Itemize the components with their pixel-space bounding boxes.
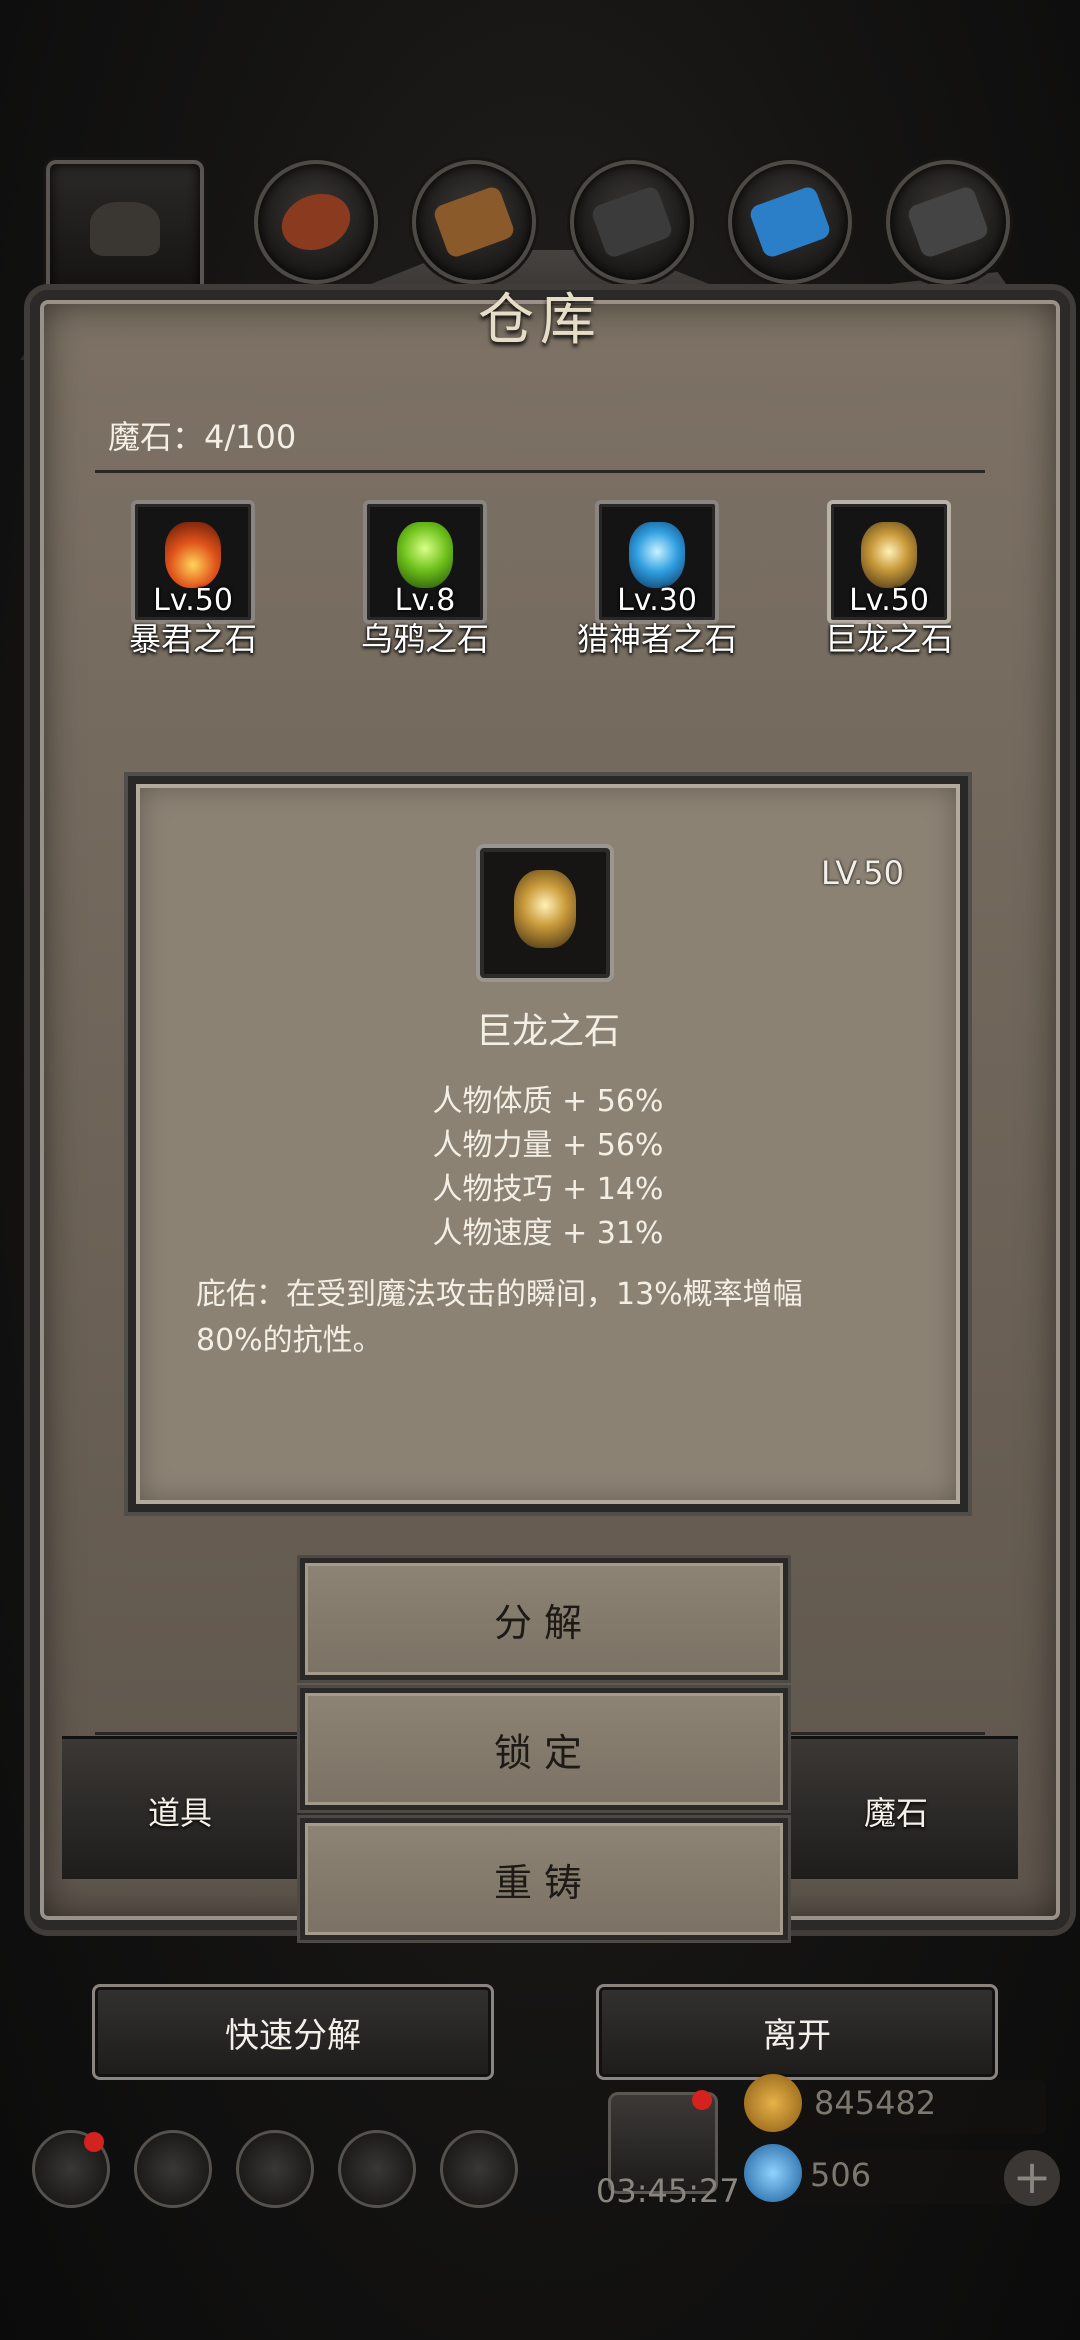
blessing-description: 庇佑：在受到魔法攻击的瞬间，13%概率增幅80%的抗性。: [196, 1277, 803, 1358]
event-timer: 03:45:27: [596, 2172, 740, 2210]
tab-items[interactable]: 道具: [148, 1788, 212, 1834]
stone-level: Lv.50: [153, 583, 233, 618]
stone-slot-crow[interactable]: Lv.8 乌鸦之石: [360, 500, 490, 658]
leather-icon: [273, 184, 359, 260]
category-tab-crystal[interactable]: [728, 160, 852, 284]
blue-gem-currency-icon: [744, 2144, 802, 2202]
stone-name: 乌鸦之石: [360, 620, 489, 658]
green-gem-icon: [397, 522, 453, 588]
stone-level: Lv.30: [617, 583, 697, 618]
category-tab-stone[interactable]: [886, 160, 1010, 284]
iron-icon: [589, 184, 675, 260]
dragon-orb-icon: [476, 844, 614, 982]
stat-speed: 人物速度 + 31%: [432, 1216, 664, 1251]
lock-button[interactable]: 锁定: [300, 1688, 788, 1810]
stone-name: 巨龙之石: [824, 620, 953, 658]
stone-slot-frame: Lv.8: [363, 500, 487, 624]
add-currency-icon[interactable]: +: [1004, 2150, 1060, 2206]
stone-name: 猎神者之石: [576, 620, 737, 658]
gate-icon[interactable]: [236, 2130, 314, 2208]
stone-detail-card: LV.50 巨龙之石 人物体质 + 56% 人物力量 + 56% 人物技巧 + …: [128, 776, 968, 1512]
stone-slot-frame: Lv.50: [827, 500, 951, 624]
detail-level: LV.50: [821, 854, 904, 892]
reforge-button[interactable]: 重铸: [300, 1818, 788, 1940]
mail-icon[interactable]: [338, 2130, 416, 2208]
gold-coin-icon: [744, 2074, 802, 2132]
gem-amount: 506: [810, 2156, 872, 2194]
cube-icon[interactable]: [440, 2130, 518, 2208]
category-tab-leather[interactable]: [254, 160, 378, 284]
decompose-button[interactable]: 分解: [300, 1558, 788, 1680]
stone-level: Lv.50: [849, 583, 929, 618]
fire-gem-icon: [165, 522, 221, 588]
stone-slot-frame: Lv.50: [131, 500, 255, 624]
helmet-icon: [90, 202, 160, 256]
leave-button[interactable]: 离开: [596, 1984, 998, 2080]
stone-slot-dragon[interactable]: Lv.50 巨龙之石: [824, 500, 954, 658]
stat-skill: 人物技巧 + 14%: [432, 1172, 664, 1207]
stone-slot-tyrant[interactable]: Lv.50 暴君之石: [128, 500, 258, 658]
dragon-orb-icon: [861, 522, 917, 588]
divider: [95, 470, 985, 473]
crystal-icon: [747, 184, 833, 260]
stone-level: Lv.8: [394, 583, 456, 618]
emblem-icon[interactable]: [134, 2130, 212, 2208]
notification-dot: [84, 2132, 104, 2152]
stat-list: 人物体质 + 56% 人物力量 + 56% 人物技巧 + 14% 人物速度 + …: [136, 1080, 960, 1256]
gold-amount: 845482: [814, 2084, 937, 2122]
stat-strength: 人物力量 + 56%: [432, 1128, 664, 1163]
stone-icon: [905, 184, 991, 260]
category-tab-iron[interactable]: [570, 160, 694, 284]
wood-icon: [431, 184, 517, 260]
tab-magic-stone[interactable]: 魔石: [864, 1788, 928, 1834]
stone-slot-hunter[interactable]: Lv.30 猎神者之石: [577, 500, 737, 658]
capacity-counter: 魔石：4/100: [108, 418, 297, 456]
stone-name: 暴君之石: [128, 620, 257, 658]
notification-dot: [692, 2090, 712, 2110]
quick-decompose-button[interactable]: 快速分解: [92, 1984, 494, 2080]
stat-constitution: 人物体质 + 56%: [432, 1084, 664, 1119]
blue-gem-icon: [629, 522, 685, 588]
stone-slot-frame: Lv.30: [595, 500, 719, 624]
page-title: 仓库: [478, 288, 602, 353]
category-tab-wood[interactable]: [412, 160, 536, 284]
detail-stone-name: 巨龙之石: [475, 1011, 620, 1052]
